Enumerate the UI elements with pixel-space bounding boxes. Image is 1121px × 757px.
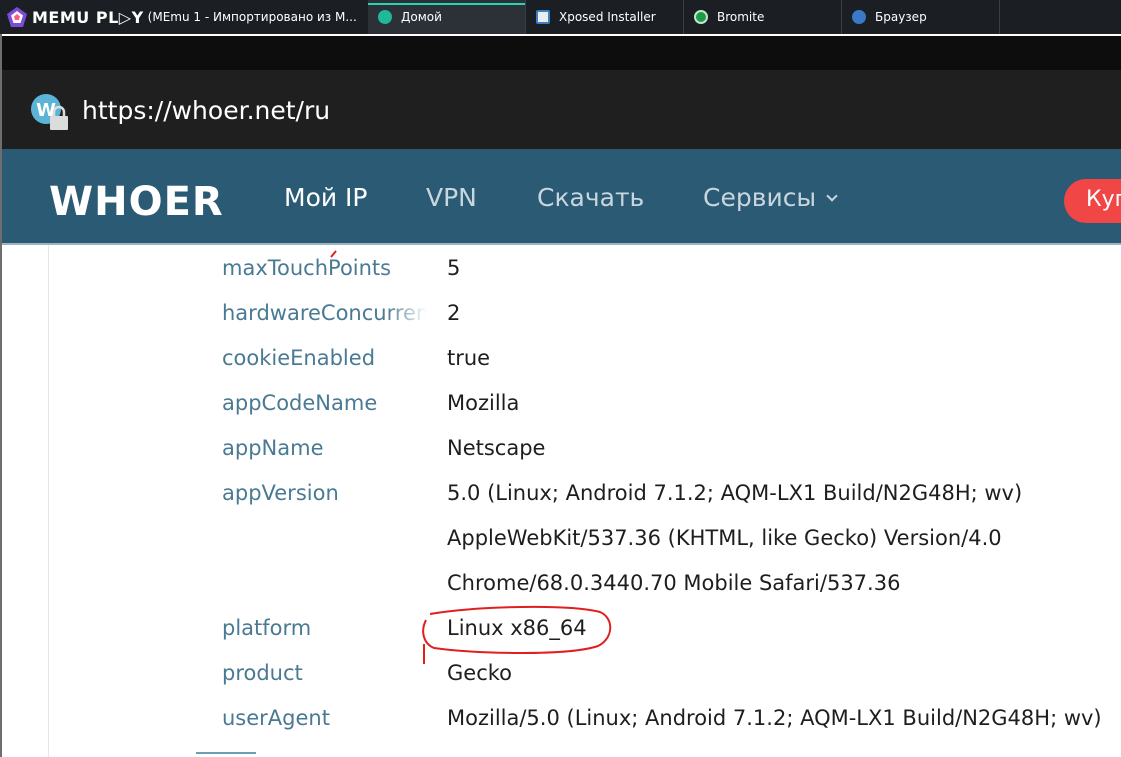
table-row: appVersion 5.0 (Linux; Android 7.1.2; AQ… bbox=[49, 473, 1121, 518]
tab-xposed-installer[interactable]: Xposed Installer bbox=[526, 0, 684, 34]
tab-label: Браузер bbox=[875, 10, 927, 24]
property-key: cookieEnabled bbox=[222, 346, 376, 370]
table-row: hardwareConcurrency 2 bbox=[49, 293, 1121, 338]
tab-browser[interactable]: Браузер bbox=[842, 0, 1000, 34]
url-text[interactable]: https://whoer.net/ru bbox=[82, 96, 330, 125]
property-key: userAgent bbox=[222, 706, 330, 730]
navigator-properties-table: maxTouchPoints 5 hardwareConcurrency 2 c… bbox=[48, 245, 1121, 757]
property-key: hardwareConcurrency bbox=[222, 301, 427, 325]
buy-button[interactable]: Куп bbox=[1064, 179, 1121, 223]
tab-bromite[interactable]: Bromite bbox=[684, 0, 842, 34]
bromite-icon bbox=[694, 10, 708, 24]
tab-label: Bromite bbox=[717, 10, 765, 24]
property-value: 5 bbox=[447, 256, 461, 280]
table-row: appCodeName Mozilla bbox=[49, 383, 1121, 428]
table-row: cookieEnabled true bbox=[49, 338, 1121, 383]
property-value: Chrome/68.0.3440.70 Mobile Safari/537.36 bbox=[447, 571, 901, 595]
table-row: appName Netscape bbox=[49, 428, 1121, 473]
nav-my-ip[interactable]: Мой IP bbox=[284, 183, 368, 212]
home-icon bbox=[378, 10, 392, 24]
site-header: WHOER Мой IP VPN Скачать Сервисы Куп bbox=[2, 149, 1121, 245]
property-value: 5.0 (Linux; Android 7.1.2; AQM-LX1 Build… bbox=[447, 481, 1023, 505]
nav-services[interactable]: Сервисы bbox=[703, 183, 838, 212]
annotation-tick-mark bbox=[330, 250, 337, 258]
table-row: Chrome/68.0.3440.70 Mobile Safari/537.36 bbox=[49, 563, 1121, 608]
globe-icon bbox=[852, 10, 866, 24]
browser-url-bar[interactable]: W https://whoer.net/ru bbox=[2, 70, 1121, 149]
property-value: Gecko bbox=[447, 661, 512, 685]
emulator-brand: MEMU PL▷Y (MEmu 1 - Импортировано из М..… bbox=[0, 0, 368, 34]
table-row: platform Linux x86_64 bbox=[49, 608, 1121, 653]
site-logo[interactable]: WHOER bbox=[49, 179, 224, 225]
divider bbox=[196, 752, 256, 754]
property-value: Netscape bbox=[447, 436, 546, 460]
emulator-title-bar: MEMU PL▷Y (MEmu 1 - Импортировано из М..… bbox=[0, 0, 1121, 34]
property-key: platform bbox=[222, 616, 312, 640]
property-value: Linux x86_64 bbox=[447, 616, 587, 640]
property-value: 2 bbox=[447, 301, 461, 325]
tab-home[interactable]: Домой bbox=[368, 0, 526, 34]
nav-services-label: Сервисы bbox=[703, 183, 817, 212]
property-value: Mozilla/5.0 (Linux; Android 7.1.2; AQM-L… bbox=[447, 706, 1102, 730]
site-favicon-icon: W bbox=[30, 94, 70, 132]
property-key: appName bbox=[222, 436, 324, 460]
property-key: appVersion bbox=[222, 481, 339, 505]
tab-label: Домой bbox=[401, 10, 442, 24]
status-bar bbox=[2, 34, 1121, 70]
emulator-window-title: (MEmu 1 - Импортировано из М... bbox=[147, 10, 357, 24]
table-row: userAgent Mozilla/5.0 (Linux; Android 7.… bbox=[49, 698, 1121, 743]
tab-label: Xposed Installer bbox=[559, 10, 656, 24]
nav-download[interactable]: Скачать bbox=[537, 183, 644, 212]
table-row: maxTouchPoints 5 bbox=[49, 248, 1121, 293]
property-key: maxTouchPoints bbox=[222, 256, 392, 280]
property-key: product bbox=[222, 661, 303, 685]
xposed-icon bbox=[536, 10, 550, 24]
android-screen: W https://whoer.net/ru WHOER Мой IP VPN … bbox=[0, 34, 1121, 757]
property-value: Mozilla bbox=[447, 391, 520, 415]
memu-logo-icon bbox=[6, 6, 28, 28]
table-row: AppleWebKit/537.36 (KHTML, like Gecko) V… bbox=[49, 518, 1121, 563]
property-key: appCodeName bbox=[222, 391, 378, 415]
property-value: true bbox=[447, 346, 491, 370]
emulator-brand-text: MEMU PL▷Y bbox=[32, 7, 144, 27]
table-row: product Gecko bbox=[49, 653, 1121, 698]
chevron-down-icon bbox=[826, 190, 838, 202]
nav-vpn[interactable]: VPN bbox=[426, 183, 477, 212]
property-value: AppleWebKit/537.36 (KHTML, like Gecko) V… bbox=[447, 526, 1002, 550]
